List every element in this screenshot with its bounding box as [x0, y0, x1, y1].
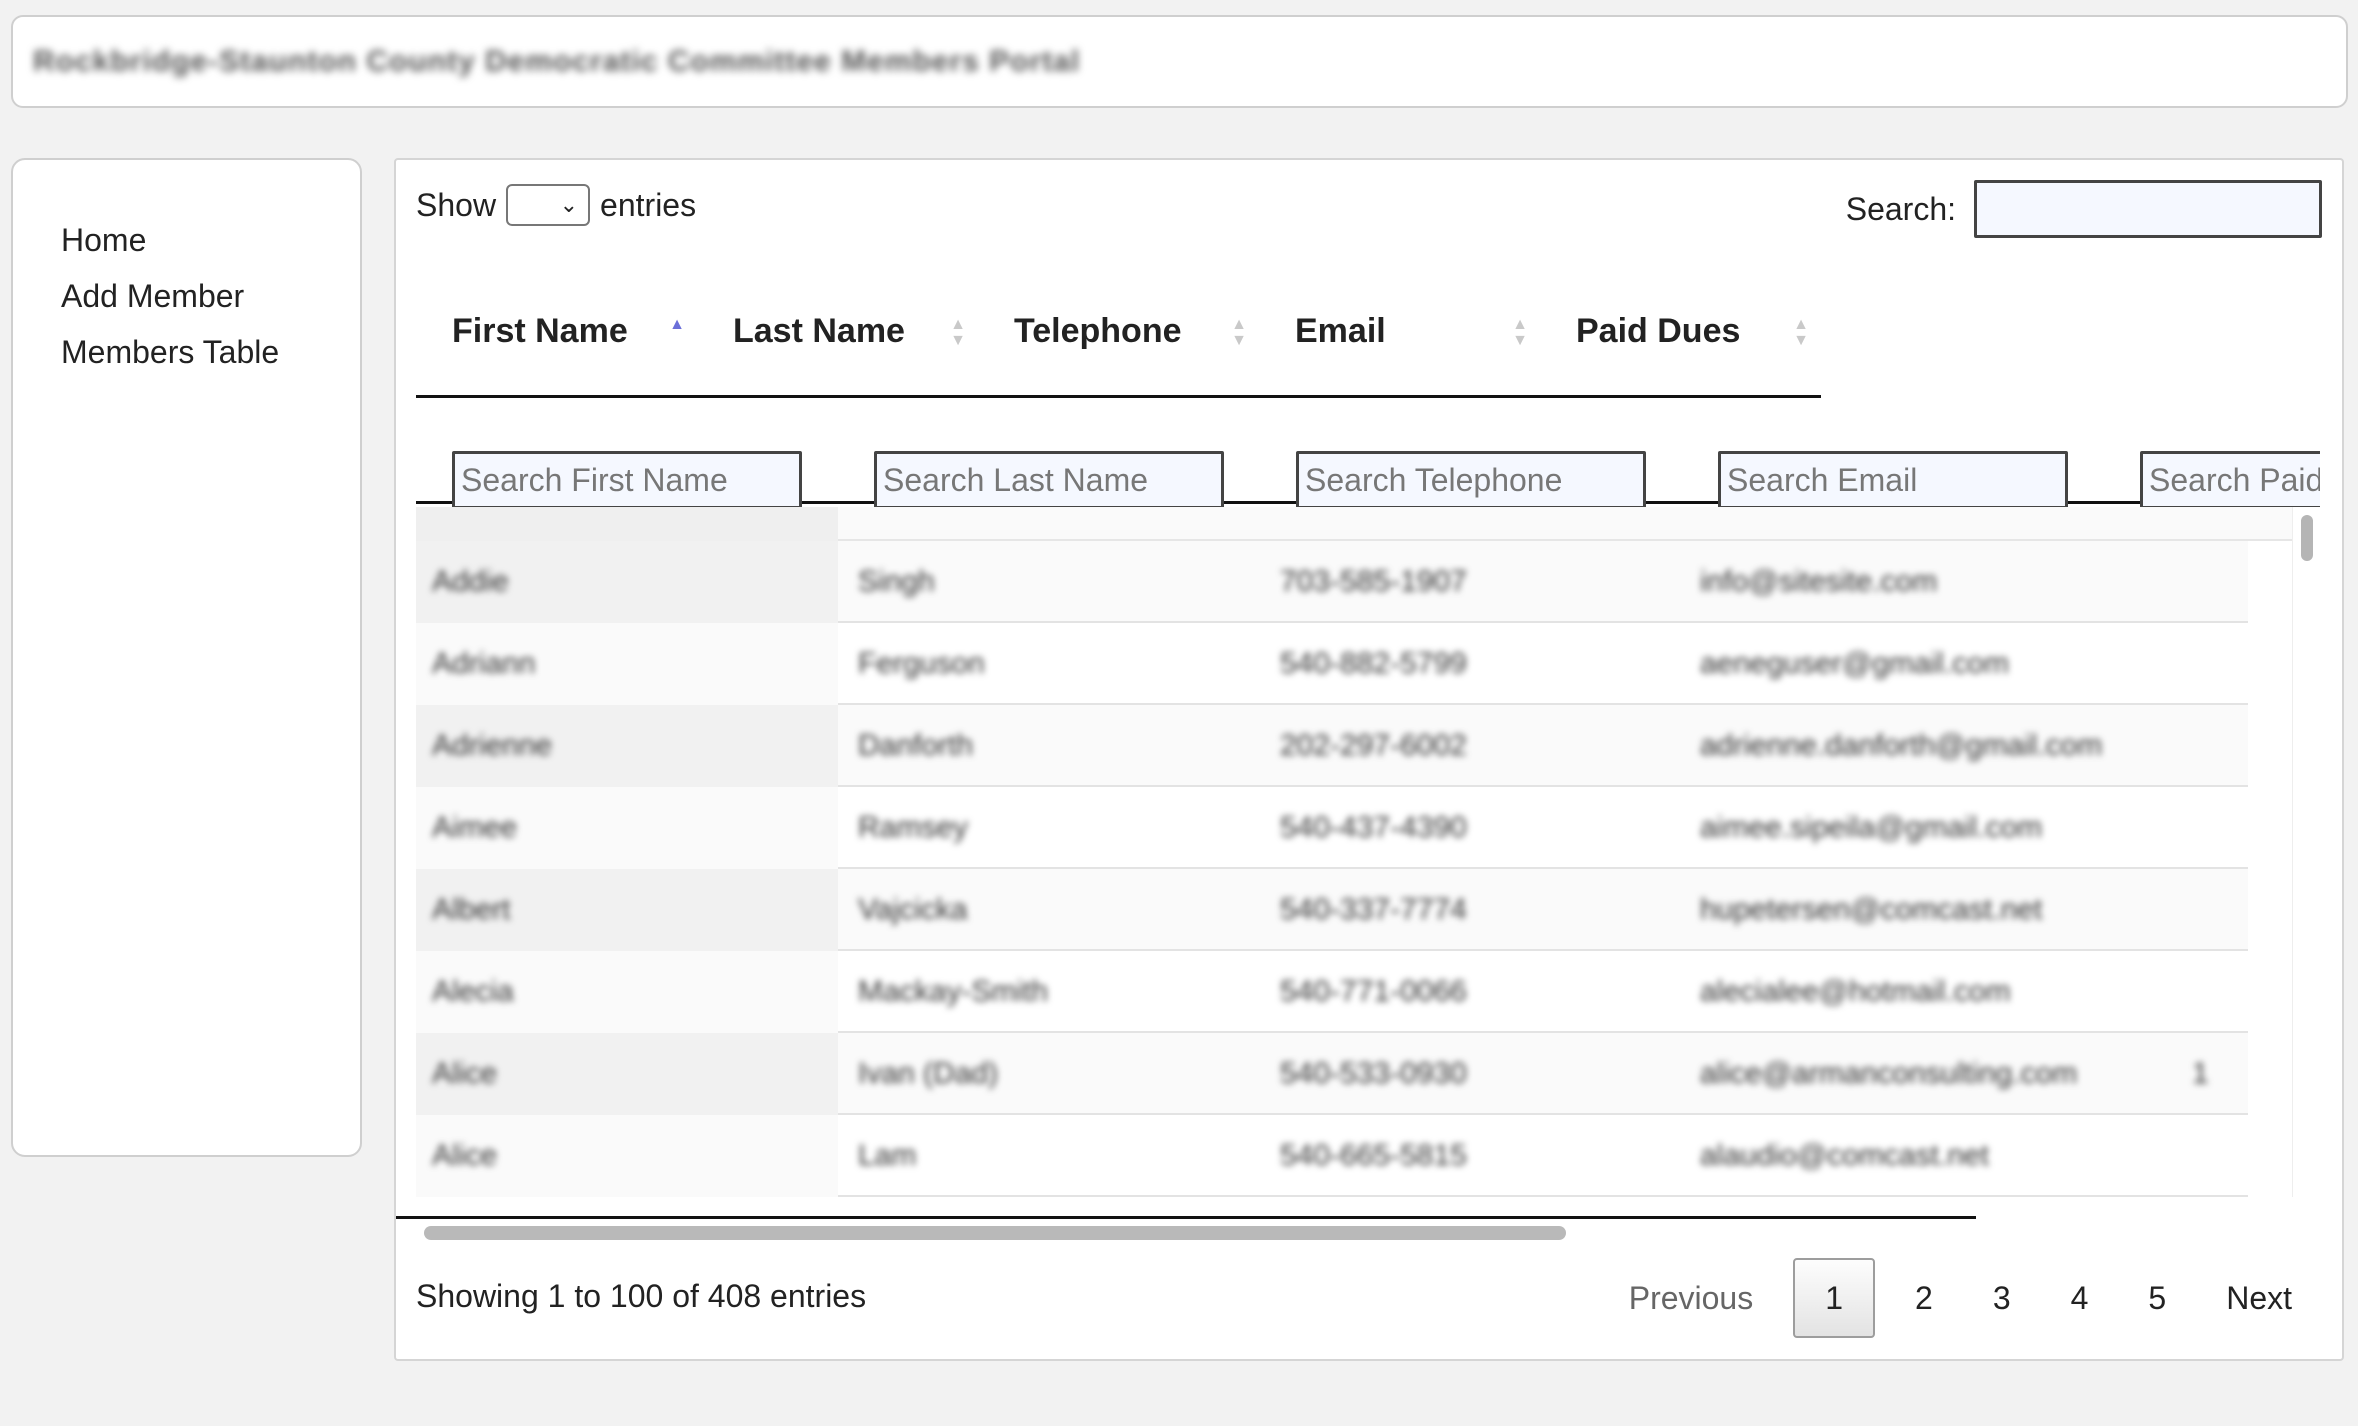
column-header-first-name[interactable]: First Name ▲▼	[416, 268, 697, 398]
sort-icon: ▲ ▼	[1231, 316, 1247, 349]
telephone-cell: 540-437-4390	[1280, 811, 1467, 844]
search-input[interactable]	[1974, 180, 2322, 238]
email-cell: alaudio@comcast.net	[1700, 1139, 1989, 1172]
first-name-cell: Albert	[432, 893, 511, 926]
table-header: First Name ▲▼ Last Name ▲▼ Telephone ▲▼ …	[416, 268, 2320, 509]
column-label: Telephone	[1014, 312, 1182, 350]
page-button-2[interactable]: 2	[1885, 1258, 1963, 1338]
last-name-cell: Vajcicka	[858, 893, 968, 926]
page-button-5[interactable]: 5	[2118, 1258, 2196, 1338]
page-button-4[interactable]: 4	[2041, 1258, 2119, 1338]
page-length-control: Show ⌄ entries	[416, 184, 696, 226]
table-info: Showing 1 to 100 of 408 entries	[416, 1278, 867, 1314]
table-spacer-row	[416, 507, 2292, 541]
table-row[interactable]: Alecia Mackay-Smith 540-771-0066 alecialee@…	[416, 951, 2248, 1033]
email-cell: aeneguser@gmail.com	[1700, 647, 2009, 680]
telephone-cell: 703-585-1907	[1280, 565, 1467, 598]
first-name-cell: Addie	[432, 565, 509, 598]
telephone-cell: 540-771-0066	[1280, 975, 1467, 1008]
sidebar: Home Add Member Members Table	[11, 158, 362, 1157]
paid-dues-cell: 1	[2192, 1057, 2209, 1090]
email-cell: adrienne.danforth@gmail.com	[1700, 729, 2103, 762]
chevron-down-icon: ⌄	[559, 192, 579, 217]
telephone-filter-input[interactable]: Search Telephone	[1296, 451, 1646, 509]
table-body: Addie Singh 703-585-1907 info@sitesite.com A…	[416, 507, 2320, 1229]
next-page-button[interactable]: Next	[2196, 1258, 2322, 1338]
first-name-cell: Alice	[432, 1139, 498, 1172]
telephone-cell: 202-297-6002	[1280, 729, 1467, 762]
last-name-cell: Mackay-Smith	[858, 975, 1049, 1008]
previous-page-button[interactable]: Previous	[1599, 1258, 1784, 1338]
entries-label: entries	[600, 186, 697, 223]
table-row[interactable]: Aimee Ramsey 540-437-4390 aimee.sipeila@gma…	[416, 787, 2248, 869]
table-bottom-border	[396, 1216, 1976, 1219]
portal-title: Rockbridge-Staunton County Democratic Co…	[33, 44, 1081, 78]
sidebar-item-members-table[interactable]: Members Table	[61, 324, 360, 380]
email-cell: alice@armanconsulting.com	[1700, 1057, 2078, 1090]
sort-icon: ▲ ▼	[1512, 316, 1528, 349]
last-name-cell: Lam	[858, 1139, 917, 1172]
column-label: Paid Dues	[1576, 312, 1741, 350]
column-label: Email	[1295, 312, 1386, 350]
table-row[interactable]: Addie Singh 703-585-1907 info@sitesite.com	[416, 541, 2248, 623]
members-table-panel: Show ⌄ entries Search: First Name ▲▼ Las…	[394, 158, 2344, 1361]
table-row[interactable]: Adriann Ferguson 540-882-5799 aeneguser@gma…	[416, 623, 2248, 705]
table-row[interactable]: Albert Vajcicka 540-337-7774 hupetersen@com…	[416, 869, 2248, 951]
first-name-cell: Adrienne	[432, 729, 553, 762]
app-header: Rockbridge-Staunton County Democratic Co…	[11, 15, 2348, 108]
sort-icon: ▲ ▼	[950, 316, 966, 349]
column-label: First Name	[452, 312, 628, 350]
email-cell: alecialee@hotmail.com	[1700, 975, 2011, 1008]
email-cell: info@sitesite.com	[1700, 565, 1938, 598]
last-name-cell: Singh	[858, 565, 935, 598]
column-header-paid-dues[interactable]: Paid Dues ▲ ▼	[1540, 268, 1821, 398]
sidebar-item-add-member[interactable]: Add Member	[61, 268, 360, 324]
last-name-cell: Ivan (Dad)	[858, 1057, 999, 1090]
sort-ascending-icon: ▲▼	[669, 316, 685, 333]
scrollbar-thumb[interactable]	[424, 1226, 1566, 1240]
search-label: Search:	[1845, 190, 1956, 227]
column-header-last-name[interactable]: Last Name ▲ ▼	[697, 268, 978, 398]
show-label: Show	[416, 186, 497, 223]
telephone-cell: 540-882-5799	[1280, 647, 1467, 680]
email-filter-input[interactable]: Search Email	[1718, 451, 2068, 509]
column-header-telephone[interactable]: Telephone ▲ ▼	[978, 268, 1259, 398]
telephone-cell: 540-533-0930	[1280, 1057, 1467, 1090]
last-name-cell: Ferguson	[858, 647, 985, 680]
table-row[interactable]: Alice Lam 540-665-5815 alaudio@comcast.net	[416, 1115, 2248, 1197]
page-length-select[interactable]: ⌄	[506, 184, 591, 226]
last-name-cell: Ramsey	[858, 811, 969, 844]
page-button-3[interactable]: 3	[1963, 1258, 2041, 1338]
sort-icon: ▲ ▼	[1793, 316, 1809, 349]
global-search: Search:	[1846, 180, 2322, 238]
first-name-cell: Alecia	[432, 975, 514, 1008]
horizontal-scrollbar[interactable]	[416, 1216, 2292, 1244]
first-name-cell: Adriann	[432, 647, 536, 680]
telephone-cell: 540-337-7774	[1280, 893, 1467, 926]
last-name-cell: Danforth	[858, 729, 974, 762]
page-button-1[interactable]: 1	[1793, 1258, 1876, 1338]
email-cell: aimee.sipeila@gmail.com	[1700, 811, 2043, 844]
table-row[interactable]: Adrienne Danforth 202-297-6002 adrienne.dan…	[416, 705, 2248, 787]
email-cell: hupetersen@comcast.net	[1700, 893, 2043, 926]
sidebar-item-home[interactable]: Home	[61, 212, 360, 268]
paid-dues-filter-input[interactable]: Search Paid Dues	[2140, 451, 2320, 509]
pagination: Previous 1 2 3 4 5 Next	[1599, 1256, 2322, 1340]
members-table: First Name ▲▼ Last Name ▲▼ Telephone ▲▼ …	[416, 268, 2320, 1278]
column-header-email[interactable]: Email ▲ ▼	[1259, 268, 1540, 398]
table-row[interactable]: Alice Ivan (Dad) 540-533-0930 alice@armanco…	[416, 1033, 2248, 1115]
last-name-filter-input[interactable]: Search Last Name	[874, 451, 1224, 509]
first-name-cell: Aimee	[432, 811, 518, 844]
scrollbar-thumb[interactable]	[2301, 515, 2313, 561]
first-name-filter-input[interactable]: Search First Name	[452, 451, 802, 509]
telephone-cell: 540-665-5815	[1280, 1139, 1467, 1172]
column-label: Last Name	[733, 312, 905, 350]
first-name-cell: Alice	[432, 1057, 498, 1090]
vertical-scrollbar[interactable]	[2292, 507, 2320, 1197]
